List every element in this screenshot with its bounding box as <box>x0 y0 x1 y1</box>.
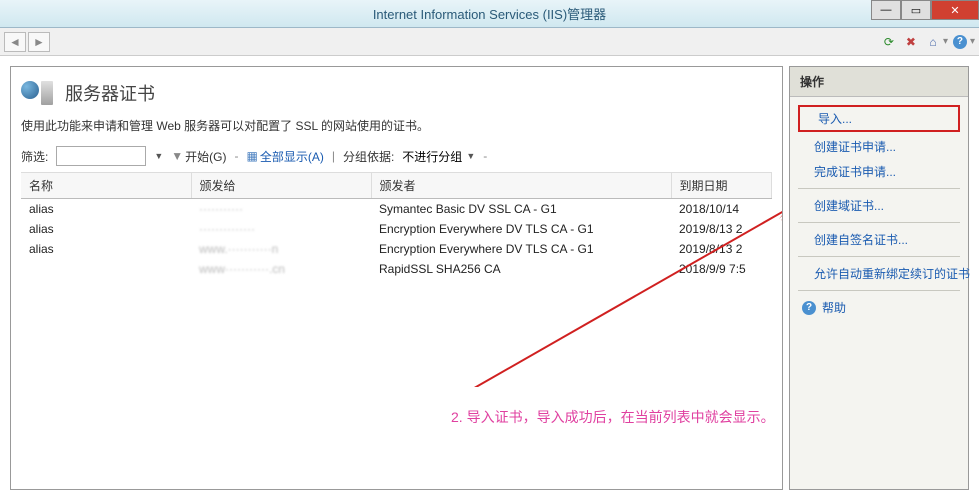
col-issued-to[interactable]: 颁发给 <box>191 173 371 199</box>
nav-back-button[interactable]: ◄ <box>4 32 26 52</box>
cell-issued-to: ··········· <box>191 199 371 220</box>
page-description: 使用此功能来申请和管理 Web 服务器可以对配置了 SSL 的网站使用的证书。 <box>21 117 772 134</box>
funnel-icon: ▼ <box>171 149 183 163</box>
help-icon[interactable]: ? <box>950 32 970 52</box>
action-create-request[interactable]: 创建证书申请... <box>792 134 966 159</box>
divider <box>798 256 960 257</box>
cell-name <box>21 259 191 279</box>
address-bar: ◄ ► ⟳ ✖ ⌂ ▾ ? ▾ <box>0 28 979 56</box>
table-row[interactable]: alias···········Symantec Basic DV SSL CA… <box>21 199 772 220</box>
group-by-label: 分组依据: <box>343 148 394 165</box>
divider <box>798 290 960 291</box>
col-name[interactable]: 名称 <box>21 173 191 199</box>
filter-label: 筛选: <box>21 148 48 165</box>
help-dropdown-icon[interactable]: ▾ <box>970 36 975 47</box>
action-create-domain[interactable]: 创建域证书... <box>792 193 966 218</box>
home-icon[interactable]: ⌂ <box>923 32 943 52</box>
cell-issued-to: www···········.cn <box>191 259 371 279</box>
cell-issued-to: www.···········n <box>191 239 371 259</box>
minimize-button[interactable]: — <box>871 0 901 20</box>
window-controls: — ▭ ✕ <box>871 0 979 20</box>
cell-issued-by: Symantec Basic DV SSL CA - G1 <box>371 199 671 220</box>
cell-name: alias <box>21 239 191 259</box>
col-issued-by[interactable]: 颁发者 <box>371 173 671 199</box>
stop-icon[interactable]: ✖ <box>901 32 921 52</box>
cell-issued-by: Encryption Everywhere DV TLS CA - G1 <box>371 239 671 259</box>
cell-name: alias <box>21 219 191 239</box>
close-button[interactable]: ✕ <box>931 0 979 20</box>
filter-toolbar: 筛选: ▼ ▼ 开始(G) - ▦ 全部显示(A) | 分组依据: 不进行分组 … <box>21 146 772 166</box>
cell-issued-by: RapidSSL SHA256 CA <box>371 259 671 279</box>
annotation-text: 2. 导入证书，导入成功后，在当前列表中就会显示。 <box>451 407 775 427</box>
show-all-button[interactable]: ▦ 全部显示(A) <box>246 148 323 165</box>
window-title: Internet Information Services (IIS)管理器 <box>0 4 979 23</box>
col-expiry[interactable]: 到期日期 <box>671 173 772 199</box>
maximize-button[interactable]: ▭ <box>901 0 931 20</box>
cell-issued-by: Encryption Everywhere DV TLS CA - G1 <box>371 219 671 239</box>
cell-expiry: 2018/10/14 <box>671 199 772 220</box>
filter-dropdown-icon[interactable]: ▼ <box>154 151 163 161</box>
chevron-down-icon: ▼ <box>466 151 475 161</box>
server-cert-icon <box>21 79 57 107</box>
filter-start-button[interactable]: ▼ 开始(G) <box>171 148 226 165</box>
cell-issued-to: ·············· <box>191 219 371 239</box>
cell-name: alias <box>21 199 191 220</box>
action-import[interactable]: 导入... <box>798 105 960 132</box>
group-by-dropdown[interactable]: 不进行分组 ▼ <box>402 148 475 165</box>
action-create-selfsigned[interactable]: 创建自签名证书... <box>792 227 966 252</box>
action-allow-rebind[interactable]: 允许自动重新绑定续订的证书 <box>792 261 966 286</box>
nav-forward-button[interactable]: ► <box>28 32 50 52</box>
actions-panel: 操作 导入... 创建证书申请... 完成证书申请... 创建域证书... 创建… <box>789 66 969 490</box>
certificates-table: 名称 颁发给 颁发者 到期日期 alias···········Symantec… <box>21 172 772 279</box>
cell-expiry: 2018/9/9 7:5 <box>671 259 772 279</box>
cell-expiry: 2019/8/13 2 <box>671 239 772 259</box>
window-titlebar: Internet Information Services (IIS)管理器 —… <box>0 0 979 28</box>
table-row[interactable]: alias··············Encryption Everywhere… <box>21 219 772 239</box>
table-row[interactable]: aliaswww.···········nEncryption Everywhe… <box>21 239 772 259</box>
divider <box>798 188 960 189</box>
help-circle-icon: ? <box>802 301 816 315</box>
divider <box>798 222 960 223</box>
filter-input[interactable] <box>56 146 146 166</box>
table-row[interactable]: www···········.cnRapidSSL SHA256 CA2018/… <box>21 259 772 279</box>
cell-expiry: 2019/8/13 2 <box>671 219 772 239</box>
home-dropdown-icon[interactable]: ▾ <box>943 36 948 47</box>
actions-header: 操作 <box>790 67 968 97</box>
page-title: 服务器证书 <box>65 80 155 106</box>
main-panel: 服务器证书 使用此功能来申请和管理 Web 服务器可以对配置了 SSL 的网站使… <box>10 66 783 490</box>
action-complete-request[interactable]: 完成证书申请... <box>792 159 966 184</box>
grid-icon: ▦ <box>246 149 257 163</box>
refresh-icon[interactable]: ⟳ <box>879 32 899 52</box>
action-help[interactable]: ? 帮助 <box>792 295 966 320</box>
